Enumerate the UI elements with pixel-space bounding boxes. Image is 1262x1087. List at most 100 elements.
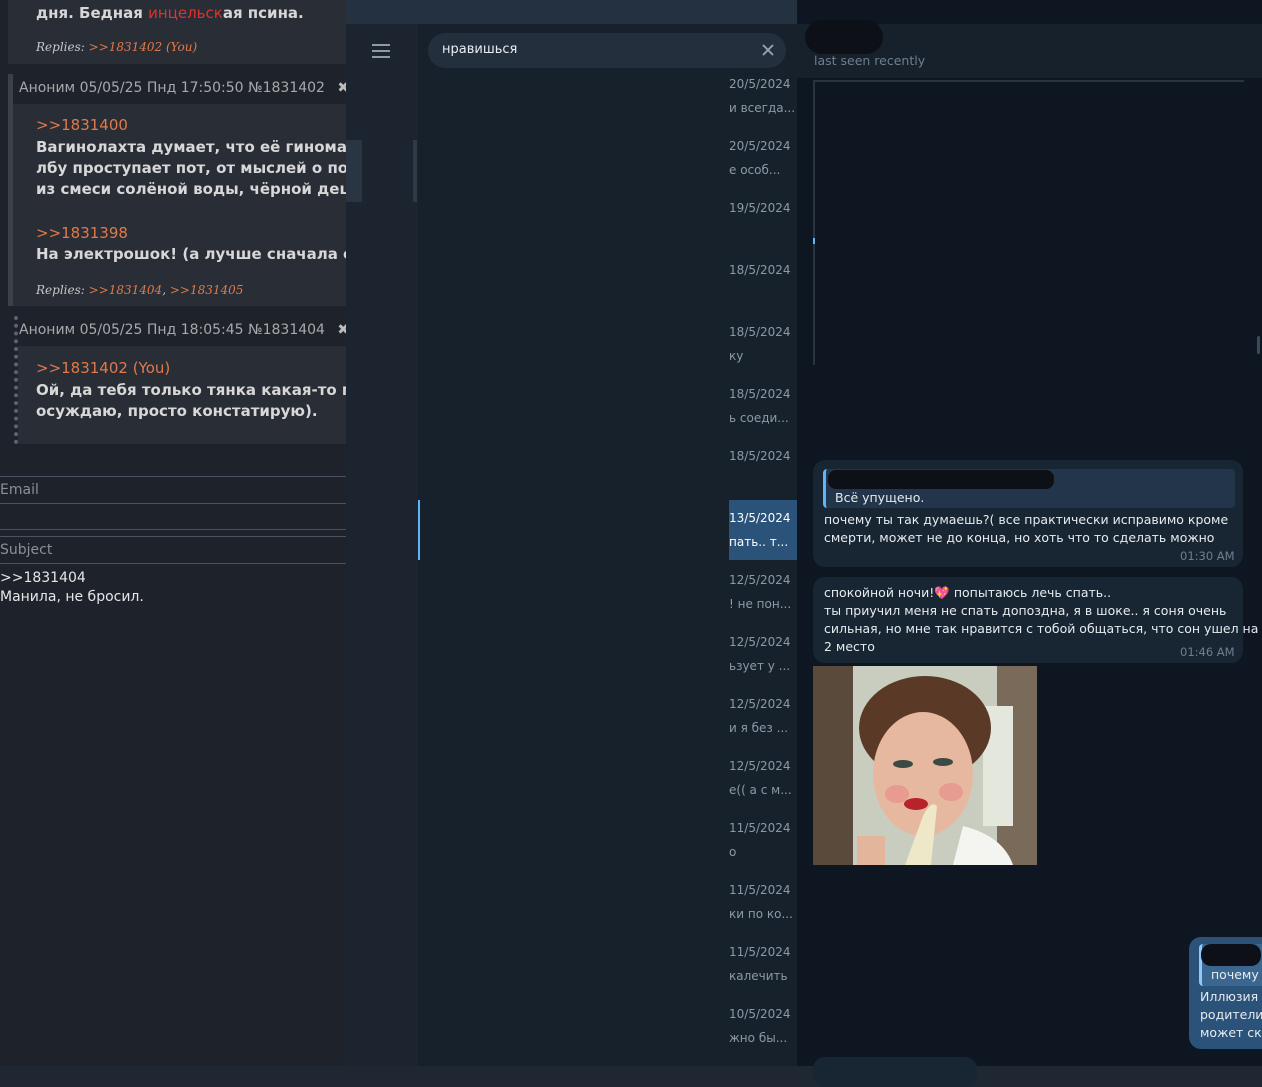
email-placeholder: Email — [0, 482, 39, 498]
reply-text: почему — [1211, 967, 1259, 982]
replies-label: Replies: — [36, 40, 85, 54]
replies-line: Replies: >>1831402 (You) — [36, 40, 197, 54]
post-partial: дня. Бедная инцельская псина. Replies: >… — [8, 0, 346, 64]
post-text-line: из смеси солёной воды, чёрной дешёвой — [36, 180, 346, 198]
result-snippet[interactable]: жно бы... — [729, 1031, 787, 1045]
message-text-line: спокойной ночи!💖 попытаюсь лечь спать.. — [824, 584, 1111, 602]
result-snippet[interactable]: ! не пон... — [729, 597, 791, 611]
avatar-blur — [805, 20, 883, 54]
post-text-line: Вагинолахта думает, что её гиноматриар — [36, 138, 346, 156]
result-snippet[interactable]: е(( а с м... — [729, 783, 792, 797]
media-preview[interactable] — [813, 80, 1244, 365]
post-text-line: На электрошок! (а лучше сначала смени — [36, 245, 346, 263]
sidebar-highlight — [346, 140, 362, 202]
result-snippet[interactable]: ку — [729, 349, 743, 363]
result-snippet[interactable]: ьзует у ... — [729, 659, 790, 673]
result-snippet[interactable]: ки по ко... — [729, 907, 793, 921]
post-date: 05/05/25 Пнд 18:05:45 — [79, 322, 244, 338]
result-snippet[interactable]: пать.. т... — [729, 535, 788, 549]
result-date: 20/5/2024 — [729, 139, 791, 153]
message-bubble-incoming[interactable] — [813, 1057, 977, 1087]
post-header: Аноним 05/05/25 Пнд 18:05:45 №1831404 ✖ … — [19, 322, 346, 338]
sparkling-heart-icon: 💖 — [934, 585, 950, 600]
post-text: дня. Бедная инцельская псина. — [36, 4, 304, 22]
photo-message[interactable] — [813, 666, 1037, 865]
result-date: 12/5/2024 — [729, 573, 791, 587]
close-icon[interactable]: ✖ — [337, 80, 346, 96]
result-date: 12/5/2024 — [729, 697, 791, 711]
reply-link[interactable]: >>1831404 — [89, 283, 163, 297]
message-time: 01:30 AM — [1180, 549, 1235, 563]
name-field[interactable] — [0, 503, 346, 530]
scrollbar[interactable] — [1257, 336, 1260, 354]
post-number[interactable]: №1831402 — [248, 80, 325, 96]
message-text-line: родители — [1200, 1007, 1262, 1022]
message-text-line: Иллюзия н — [1200, 989, 1262, 1004]
result-date: 11/5/2024 — [729, 821, 791, 835]
post-author: Аноним — [19, 322, 76, 338]
highlighted-text: инцельск — [148, 4, 223, 22]
result-date: 11/5/2024 — [729, 945, 791, 959]
reply-text: Всё упущено. — [835, 490, 925, 505]
post-text-line: Ой, да тебя только тянка какая-то помак — [36, 381, 346, 399]
replies-line: Replies: >>1831404, >>1831405 — [36, 283, 244, 297]
result-snippet[interactable]: и я без ... — [729, 721, 788, 735]
post-dotted-border — [14, 316, 18, 444]
result-date: 20/5/2024 — [729, 77, 791, 91]
quote-link[interactable]: >>1831398 — [36, 224, 128, 242]
reply-link[interactable]: >>1831402 (You) — [89, 40, 198, 54]
quote-link[interactable]: >>1831402 (You) — [36, 359, 170, 377]
message-text-line: смерти, может не до конца, но хоть что т… — [824, 530, 1215, 545]
result-date: 18/5/2024 — [729, 387, 791, 401]
result-date: 19/5/2024 — [729, 201, 791, 215]
comment-textarea[interactable]: >>1831404 Манила, не бросил. — [0, 568, 346, 1066]
result-date: 12/5/2024 — [729, 635, 791, 649]
message-text-line: сильная, но мне так нравится с тобой общ… — [824, 621, 1259, 636]
selected-result-overlay — [420, 500, 729, 560]
email-field[interactable]: Email — [0, 476, 346, 504]
close-icon[interactable]: ✖ — [337, 322, 346, 338]
search-results-list — [418, 82, 729, 1066]
result-date: 18/5/2024 — [729, 325, 791, 339]
result-snippet[interactable]: ь соеди... — [729, 411, 789, 425]
result-snippet[interactable]: калечить — [729, 969, 788, 983]
post-form: Email Subject >>1831404 Манила, не броси… — [0, 452, 346, 1066]
result-snippet[interactable]: е особ... — [729, 163, 780, 177]
message-time: 01:46 AM — [1180, 645, 1235, 659]
message-text-line: 2 место — [824, 639, 875, 654]
result-date: 18/5/2024 — [729, 449, 791, 463]
result-date: 11/5/2024 — [729, 883, 791, 897]
result-date: 12/5/2024 — [729, 759, 791, 773]
post-number[interactable]: №1831404 — [248, 322, 325, 338]
reply-link[interactable]: >>1831405 — [170, 283, 244, 297]
post-date: 05/05/25 Пнд 17:50:50 — [79, 80, 244, 96]
scroll-indicator — [413, 140, 417, 202]
post-header: Аноним 05/05/25 Пнд 17:50:50 №1831402 ✖ … — [19, 80, 346, 96]
text-segment: попытаюсь лечь спать.. — [949, 585, 1112, 600]
last-seen-status: last seen recently — [814, 53, 926, 68]
post-text-line: лбу проступает пот, от мыслей о потери — [36, 159, 346, 177]
reply-author-blur — [828, 470, 1054, 489]
telegram-side-strip — [346, 0, 418, 1066]
result-snippet[interactable]: о — [729, 845, 736, 859]
replies-label: Replies: — [36, 283, 85, 297]
result-date: 18/5/2024 — [729, 263, 791, 277]
text-segment: ая псина. — [222, 4, 304, 22]
result-date: 13/5/2024 — [729, 511, 791, 525]
close-icon[interactable] — [760, 42, 776, 58]
photo-illustration — [813, 666, 1037, 865]
media-accent — [813, 238, 815, 244]
result-snippet[interactable]: и всегда... — [729, 101, 795, 115]
quote-link[interactable]: >>1831400 — [36, 116, 128, 134]
textarea-line: Манила, не бросил. — [0, 589, 144, 605]
menu-icon[interactable] — [372, 44, 390, 58]
post — [8, 74, 346, 306]
reply-author-blur — [1201, 944, 1261, 966]
subject-placeholder: Subject — [0, 542, 53, 558]
subject-field[interactable]: Subject — [0, 536, 346, 564]
result-date: 10/5/2024 — [729, 1007, 791, 1021]
imageboard-panel: дня. Бедная инцельская псина. Replies: >… — [0, 0, 346, 1066]
textarea-line: >>1831404 — [0, 570, 86, 586]
post-left-border — [8, 74, 13, 306]
text-segment: дня. Бедная — [36, 4, 149, 22]
